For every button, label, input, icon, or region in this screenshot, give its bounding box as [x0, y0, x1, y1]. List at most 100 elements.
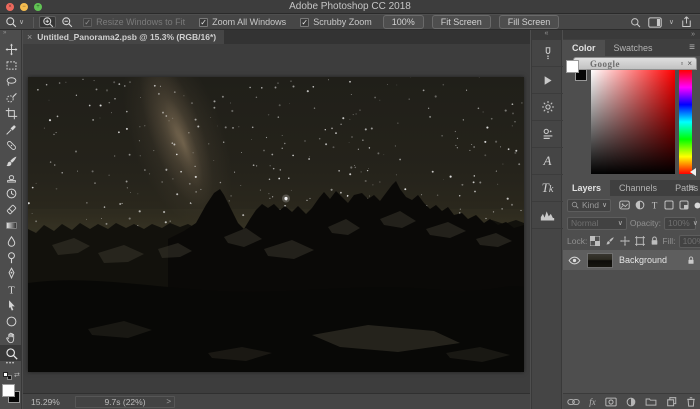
filter-type-layers-icon[interactable]: T [650, 200, 659, 210]
document-tab-bar: × Untitled_Panorama2.psb @ 15.3% (RGB/16… [23, 30, 530, 44]
panel-icon-adjustments[interactable] [532, 94, 563, 121]
shape-tool[interactable] [0, 313, 22, 329]
lock-artboard-icon[interactable] [635, 236, 645, 246]
close-tab-icon[interactable]: × [27, 32, 32, 42]
layer-style-icon[interactable]: fx [589, 397, 596, 407]
lock-position-icon[interactable] [620, 236, 630, 246]
edit-toolbar-button[interactable]: ••• [0, 361, 21, 371]
crop-tool[interactable] [0, 105, 22, 121]
lock-transparency-icon[interactable] [590, 236, 600, 246]
new-layer-icon[interactable] [666, 396, 677, 407]
collapse-panels-chevron[interactable]: » [563, 30, 700, 39]
blur-tool[interactable] [0, 233, 22, 249]
canvas-gutter[interactable] [23, 44, 530, 393]
foreground-color-swatch[interactable] [2, 384, 15, 397]
panel-column: » Color Swatches ≡ Google ▫ × [563, 30, 700, 409]
quick-selection-tool[interactable] [0, 89, 22, 105]
hue-slider-handle[interactable] [690, 168, 696, 176]
opacity-dropdown[interactable]: 100% ∨ [664, 217, 696, 230]
share-icon[interactable] [681, 16, 692, 28]
filter-pixel-layers-icon[interactable] [619, 200, 630, 210]
zoom-tool[interactable] [0, 345, 22, 361]
fill-dropdown[interactable]: 100% ∨ [679, 235, 700, 248]
tab-layers[interactable]: Layers [563, 180, 610, 196]
zoom-all-windows-checkbox[interactable]: ✓ Zoom All Windows [199, 17, 286, 27]
panel-icon-clone-source[interactable] [532, 121, 563, 148]
add-layer-mask-icon[interactable] [605, 397, 617, 407]
zoom-100-button[interactable]: 100% [383, 15, 424, 29]
google-overlay-window[interactable]: Google ▫ × [573, 57, 697, 70]
tab-channels[interactable]: Channels [610, 180, 666, 196]
new-group-icon[interactable] [645, 397, 657, 406]
gradient-tool[interactable] [0, 217, 22, 233]
lasso-tool[interactable] [0, 73, 22, 89]
panel-menu-icon[interactable]: ≡ [689, 184, 695, 194]
window-close-icon[interactable]: × [687, 59, 692, 68]
layer-row-background[interactable]: Background [563, 250, 700, 270]
visibility-eye-icon[interactable] [568, 256, 581, 265]
panel-icon-typekit[interactable]: Tk [532, 175, 563, 202]
link-layers-icon[interactable] [567, 398, 580, 406]
panel-menu-icon[interactable]: ≡ [689, 43, 695, 53]
filter-adjustment-layers-icon[interactable] [635, 200, 645, 210]
tab-swatches[interactable]: Swatches [605, 40, 662, 56]
workspace-switcher-icon[interactable] [648, 17, 662, 28]
type-tool[interactable]: T [0, 281, 22, 297]
dodge-tool[interactable] [0, 249, 22, 265]
lock-label: Lock: [567, 236, 587, 246]
panel-icon-brush-settings[interactable] [532, 40, 563, 67]
zoom-level-field[interactable]: 15.29% [23, 397, 75, 407]
path-selection-tool[interactable] [0, 297, 22, 313]
zoom-out-button[interactable] [58, 16, 75, 28]
tab-color[interactable]: Color [563, 40, 605, 56]
move-tool[interactable] [0, 41, 22, 57]
default-fg-swatch [3, 372, 8, 377]
status-popup-chevron[interactable]: > [166, 397, 171, 406]
resize-windows-checkbox[interactable]: ✓ Resize Windows to Fit [83, 17, 185, 27]
lock-all-icon[interactable] [650, 236, 659, 246]
zoom-in-button[interactable] [39, 16, 56, 28]
blend-mode-dropdown[interactable]: Normal ∨ [567, 217, 627, 230]
search-icon [571, 201, 579, 209]
chevron-down-icon[interactable]: ∨ [669, 19, 674, 26]
default-colors-control[interactable]: ⇄ [0, 371, 22, 382]
document-info-field[interactable]: 9.7s (22%) > [75, 396, 175, 408]
expand-dock-chevron[interactable]: « [532, 30, 561, 40]
pen-tool[interactable] [0, 265, 22, 281]
lock-pixels-icon[interactable] [605, 236, 615, 246]
document-tab[interactable]: × Untitled_Panorama2.psb @ 15.3% (RGB/16… [23, 30, 224, 44]
new-adjustment-layer-icon[interactable] [626, 397, 636, 407]
delete-layer-icon[interactable] [686, 396, 696, 407]
eraser-tool[interactable] [0, 201, 22, 217]
macos-titlebar: × − + Adobe Photoshop CC 2018 [0, 0, 700, 14]
scrubby-zoom-checkbox[interactable]: ✓ Scrubby Zoom [300, 17, 372, 27]
eyedropper-tool[interactable] [0, 121, 22, 137]
window-maximize-icon[interactable]: ▫ [680, 59, 683, 68]
panel-icon-glyphs[interactable]: A [532, 148, 563, 175]
layer-thumbnail[interactable] [587, 253, 613, 268]
filter-shape-layers-icon[interactable] [664, 200, 674, 210]
panel-icon-actions[interactable] [532, 67, 563, 94]
saturation-brightness-picker[interactable] [591, 70, 675, 174]
collapse-toolbar-chevron[interactable]: » [0, 30, 21, 41]
clone-stamp-tool[interactable] [0, 169, 22, 185]
tool-preset-picker[interactable]: ∨ [0, 15, 29, 29]
history-brush-tool[interactable] [0, 185, 22, 201]
panel-foreground-swatch[interactable] [566, 60, 579, 73]
filter-smart-objects-icon[interactable] [679, 200, 689, 210]
spot-healing-brush-tool[interactable] [0, 137, 22, 153]
rectangular-marquee-tool[interactable] [0, 57, 22, 73]
fit-screen-button[interactable]: Fit Screen [432, 15, 491, 29]
canvas-image[interactable] [28, 77, 524, 372]
panel-color-swatches [565, 59, 591, 85]
hand-tool[interactable] [0, 329, 22, 345]
layers-panel-tabs: Layers Channels Paths ≡ [563, 180, 700, 196]
panel-icon-histogram[interactable] [532, 202, 563, 229]
fill-screen-button[interactable]: Fill Screen [499, 15, 560, 29]
filter-kind-dropdown[interactable]: Kind ∨ [567, 199, 611, 212]
hue-slider[interactable] [679, 70, 692, 174]
swap-colors-icon[interactable]: ⇄ [14, 371, 20, 379]
search-icon[interactable] [630, 17, 641, 28]
filter-toggle-icon[interactable] [694, 202, 700, 209]
brush-tool[interactable] [0, 153, 22, 169]
